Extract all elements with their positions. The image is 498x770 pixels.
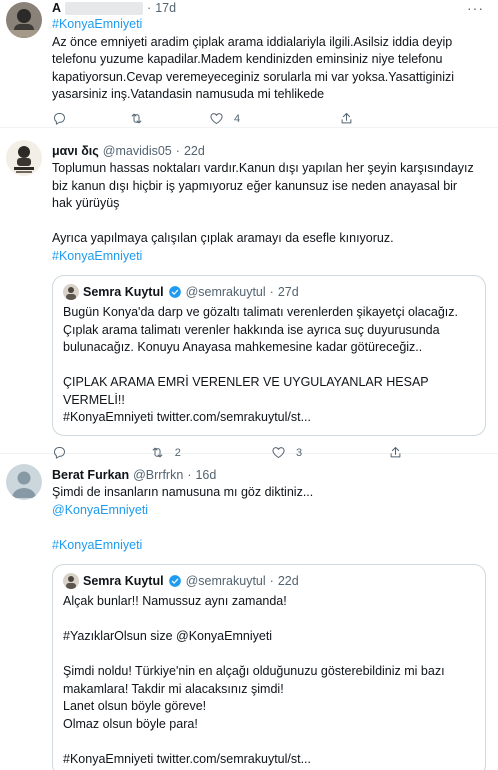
retweet-icon <box>131 113 142 124</box>
text-line: Çıplak arama talimatı verenler hakkında … <box>63 322 440 337</box>
separator: · <box>269 574 274 588</box>
like-count: 4 <box>234 112 241 125</box>
tweet-text: Şimdi de insanların namusuna mı göz dikt… <box>52 484 486 554</box>
text-line: hak yürüyüş <box>52 196 120 210</box>
more-icon[interactable]: ··· <box>467 0 484 16</box>
text-line: makamlara! Takdir mi alacaksınız şimdi! <box>63 681 284 696</box>
tweet[interactable]: μανι δις @mavidis05 · 22d Toplumun hassa… <box>0 128 498 459</box>
tweet[interactable]: A · 17d ··· #KonyaEmniyeti Az önce emniy… <box>0 0 498 128</box>
quoted-tweet[interactable]: Semra Kuytul @semrakuytul · 27d Bugün Ko… <box>52 275 486 436</box>
text-line: ÇIPLAK ARAMA EMRİ VERENLER VE UYGULAYANL… <box>63 375 429 389</box>
text-line: telefonu yuzume kapadilar.Madem kendiniz… <box>52 52 443 66</box>
quoted-author-handle: @semrakuytul <box>185 574 266 588</box>
reply-button[interactable] <box>52 111 129 126</box>
separator: · <box>187 468 192 482</box>
tweet[interactable]: Berat Furkan @Brrfrkn · 16d Şimdi de ins… <box>0 454 498 770</box>
author-handle[interactable]: @Brrfrkn <box>133 468 183 482</box>
quoted-author-name: Semra Kuytul <box>83 574 164 588</box>
timestamp[interactable]: 22d <box>184 144 205 158</box>
share-button[interactable] <box>339 111 439 126</box>
text-line: VERMELİ!! <box>63 392 125 407</box>
text-line: Toplumun hassas noktaları vardır.Kanun d… <box>52 161 474 175</box>
quoted-text: Alçak bunlar!! Namussuz aynı zamanda! #Y… <box>63 593 475 768</box>
quoted-header: Semra Kuytul @semrakuytul · 27d <box>63 282 475 302</box>
redacted-handle <box>65 1 144 15</box>
quoted-author-name: Semra Kuytul <box>83 285 164 299</box>
quoted-timestamp: 27d <box>277 285 299 299</box>
text-line: bulunacağız. Konuyu Anayasa mahkemesine … <box>63 340 423 354</box>
text-line: Lanet olsun böyle göreve! <box>63 699 207 713</box>
hashtag-link[interactable]: #KonyaEmniyeti <box>52 16 486 34</box>
separator: · <box>269 285 274 299</box>
quoted-timestamp: 22d <box>277 574 299 588</box>
text-line: Olmaz olsun böyle para! <box>63 716 198 731</box>
text-line: #KonyaEmniyeti twitter.com/semrakuytul/s… <box>63 751 312 766</box>
author-name[interactable]: A <box>52 1 61 15</box>
like-button[interactable]: 4 <box>209 111 339 126</box>
tweet-header: A · 17d ··· <box>52 0 486 16</box>
text-line: #KonyaEmniyeti twitter.com/semrakuytul/s… <box>63 410 312 424</box>
text-line: kapatiyorsun.Cevap veremeyeceginiz sorul… <box>52 69 455 84</box>
text-line: yasarsiniz inş.Vatandasin namusuda mi te… <box>52 87 325 101</box>
separator: · <box>147 1 152 15</box>
verified-icon <box>168 286 181 298</box>
avatar[interactable] <box>6 2 42 38</box>
verified-icon <box>168 575 181 587</box>
tweet-text: #KonyaEmniyeti Az önce emniyeti aradim ç… <box>52 16 486 104</box>
author-name[interactable]: Berat Furkan <box>52 468 129 482</box>
text-line: Alçak bunlar!! Namussuz aynı zamanda! <box>63 594 287 608</box>
tweet-text: Toplumun hassas noktaları vardır.Kanun d… <box>52 160 486 265</box>
retweet-button[interactable] <box>129 111 209 126</box>
text-line: Ayrıca yapılmaya çalışılan çıplak aramay… <box>52 231 394 245</box>
timestamp[interactable]: 17d <box>155 1 176 15</box>
text-line: biz kanun dışı hiçbir iş yapmıyoruz eğer… <box>52 178 458 193</box>
mention-link[interactable]: @KonyaEmniyeti <box>52 502 486 520</box>
timestamp[interactable]: 16d <box>195 468 216 482</box>
hashtag-link[interactable]: #KonyaEmniyeti <box>52 537 486 555</box>
quoted-text: Bugün Konya'da darp ve gözaltı talimatı … <box>63 304 475 427</box>
quoted-avatar <box>63 573 79 589</box>
separator: · <box>175 144 180 158</box>
share-icon <box>341 113 352 124</box>
reply-icon <box>54 113 65 125</box>
hashtag-link[interactable]: #KonyaEmniyeti <box>52 248 486 266</box>
tweet-header: Berat Furkan @Brrfrkn · 16d <box>52 466 486 484</box>
quoted-author-handle: @semrakuytul <box>185 285 266 299</box>
quoted-tweet[interactable]: Semra Kuytul @semrakuytul · 22d Alçak bu… <box>52 564 486 770</box>
action-bar: 4 <box>52 108 486 130</box>
text-line: Şimdi noldu! Türkiye'nin en alçağı olduğ… <box>63 664 445 678</box>
author-name[interactable]: μανι δις <box>52 144 99 158</box>
tweet-header: μανι δις @mavidis05 · 22d <box>52 142 486 160</box>
text-line: #YazıklarOlsun size @KonyaEmniyeti <box>63 629 273 643</box>
author-handle[interactable]: @mavidis05 <box>103 144 172 158</box>
quoted-header: Semra Kuytul @semrakuytul · 22d <box>63 571 475 591</box>
text-line: Bugün Konya'da darp ve gözaltı talimatı … <box>63 305 458 319</box>
avatar[interactable] <box>6 140 42 176</box>
like-icon <box>210 113 223 124</box>
avatar[interactable] <box>6 464 42 500</box>
text-line: Az önce emniyeti aradim çiplak arama idd… <box>52 34 453 49</box>
quoted-avatar <box>63 284 79 300</box>
text-line: Şimdi de insanların namusuna mı göz dikt… <box>52 485 314 499</box>
